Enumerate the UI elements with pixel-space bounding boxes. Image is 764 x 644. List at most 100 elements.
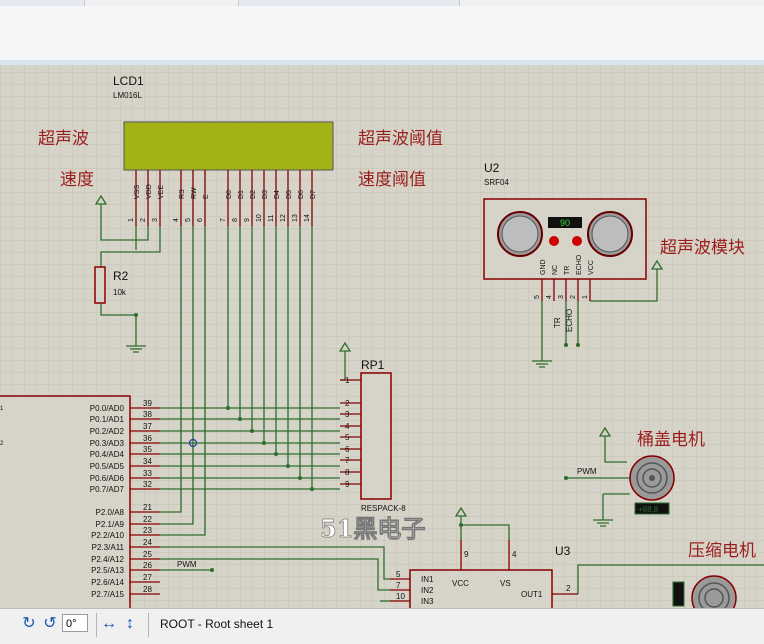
mcu-pin-number: 28 [143,585,152,594]
lcd-pin-name: VDD [146,184,153,199]
r2-value: 10k [113,288,127,297]
junction-dot [274,452,278,456]
lcd-pin-name: D2 [250,190,257,199]
mcu-pin-label: P0.6/AD6 [90,474,125,483]
pwm-net-label: PWM [177,560,197,569]
label-speed-left: 速度 [60,170,94,189]
rp1-model: RESPACK-8 [361,504,406,513]
lcd-pin-name: RS [179,189,186,199]
mcu-pin-label: P2.2/A10 [91,531,124,540]
lcd-pin-number: 2 [140,218,147,222]
lcd-pin-name: D0 [226,190,233,199]
mcu-pin-number: 32 [143,480,152,489]
junction-dot [564,476,568,480]
lcd-pin-number: 6 [197,218,204,222]
sheet-label: ROOT - Root sheet 1 [160,617,274,631]
mcu-pin-number: 34 [143,457,152,466]
status-bar: ↻ ↺ 0° ↔ ↕ ROOT - Root sheet 1 [0,608,764,644]
lcd-pin-name: D1 [238,190,245,199]
rotation-field[interactable]: 0° [62,614,88,632]
u3-pin-label: VCC [452,579,469,588]
u2-net-label: TR [553,317,562,328]
lid-motor-display: +88.8 [638,505,659,514]
lcd-pin-number: 3 [152,218,159,222]
mcu-pin-label: P0.3/AD3 [90,439,125,448]
mcu-pin-label: P2.4/A12 [91,555,124,564]
junction-dot [134,313,138,317]
u2-pin-name: GND [540,259,547,275]
lcd-pin-number: 5 [185,218,192,222]
u3-pin-number: 9 [464,550,469,559]
rotate-clockwise-icon[interactable]: ↻ [20,615,38,633]
u3-pin-number: 4 [512,550,517,559]
u2-pin-number: 2 [570,295,577,299]
junction-dot [564,343,568,347]
mcu-pin-number: 33 [143,469,152,478]
lcd-screen [123,121,334,171]
mcu-pin-label: P0.0/AD0 [90,404,125,413]
label-speed-threshold: 速度阈值 [358,170,426,189]
lcd-pin-name: D6 [298,190,305,199]
rp1-pin-number: 5 [345,433,350,442]
u3-pin-number: 7 [396,581,401,590]
u2-model: SRF04 [484,178,509,187]
u3-pin-number: 10 [396,592,405,601]
mcu-pin-number: 21 [143,503,152,512]
u2-pin-name: NC [552,265,559,275]
u2-pin-name: TR [564,266,571,275]
rp1-pin-number: 8 [345,468,350,477]
mcu-pin-label: P0.4/AD4 [90,450,125,459]
mirror-horizontal-icon[interactable]: ↔ [100,615,118,633]
lcd-pin-name: RW [191,187,198,199]
ribbon-toolbar [0,6,764,61]
lcd-pin-number: 10 [256,214,263,222]
lcd-pin-name: D7 [310,190,317,199]
junction-dot [286,464,290,468]
watermark: 51黑电子 [320,514,425,543]
rp1-pin-number: 7 [345,456,350,465]
lcd-pin-number: 14 [304,214,311,222]
mcu-pin-label: P2.1/A9 [96,520,125,529]
u3-pin-number: 2 [566,584,571,593]
rotate-anticlockwise-icon[interactable]: ↺ [41,615,59,633]
u3-pin-label: IN1 [421,575,434,584]
lcd-ref: LCD1 [113,74,144,88]
u3-pin-number: 5 [396,570,401,579]
mcu-pin-label: P2.7/A15 [91,590,124,599]
u3-pin-label: IN3 [421,597,434,606]
junction-dot [298,476,302,480]
lcd-pin-number: 11 [268,215,275,222]
u2-pin-name: ECHO [576,254,583,275]
junction-dot [226,406,230,410]
r2-ref: R2 [113,269,129,283]
mcu-pin-number: 25 [143,550,152,559]
lcd-pin-number: 1 [128,218,135,222]
mirror-vertical-icon[interactable]: ↕ [121,615,139,633]
label-lid-motor: 桶盖电机 [637,430,705,449]
mcu-pin-number: 22 [143,515,152,524]
u2-pin-name: VCC [588,260,595,275]
u3-pin-label: OUT1 [521,590,543,599]
u2-pin-number: 1 [582,295,589,299]
mcu-pin-number: 38 [143,410,152,419]
label-ultrasonic-threshold: 超声波阈值 [358,129,443,148]
mcu-pin-label: P0.7/AD7 [90,485,125,494]
rp1-ref: RP1 [361,358,385,372]
mcu-pin-label: P2.5/A13 [91,566,124,575]
mcu-pin-label: P0.2/AD2 [90,427,125,436]
junction-dot [310,487,314,491]
u2-ref: U2 [484,161,500,175]
lcd-pin-number: 12 [280,214,287,222]
lcd-model: LM016L [113,91,142,100]
rp1-pin-number: 3 [345,410,350,419]
junction-dot [210,568,214,572]
rp1-pin-number: 6 [345,445,350,454]
schematic-canvas[interactable]: PWM TR ECHO PWM LCD1 LM016L VSS 1 VDD 2 VEE 3 RS 4… [0,65,764,608]
label-ultrasonic-left: 超声波 [38,129,89,148]
u2-display: 90 [560,218,570,228]
label-compress-motor: 压缩电机 [688,541,756,560]
u2-pin-number: 3 [558,295,565,299]
u2-net-label: ECHO [565,309,574,332]
mcu-pin-label: P2.3/A11 [92,543,125,552]
rp1-pin-number: 4 [345,422,350,431]
